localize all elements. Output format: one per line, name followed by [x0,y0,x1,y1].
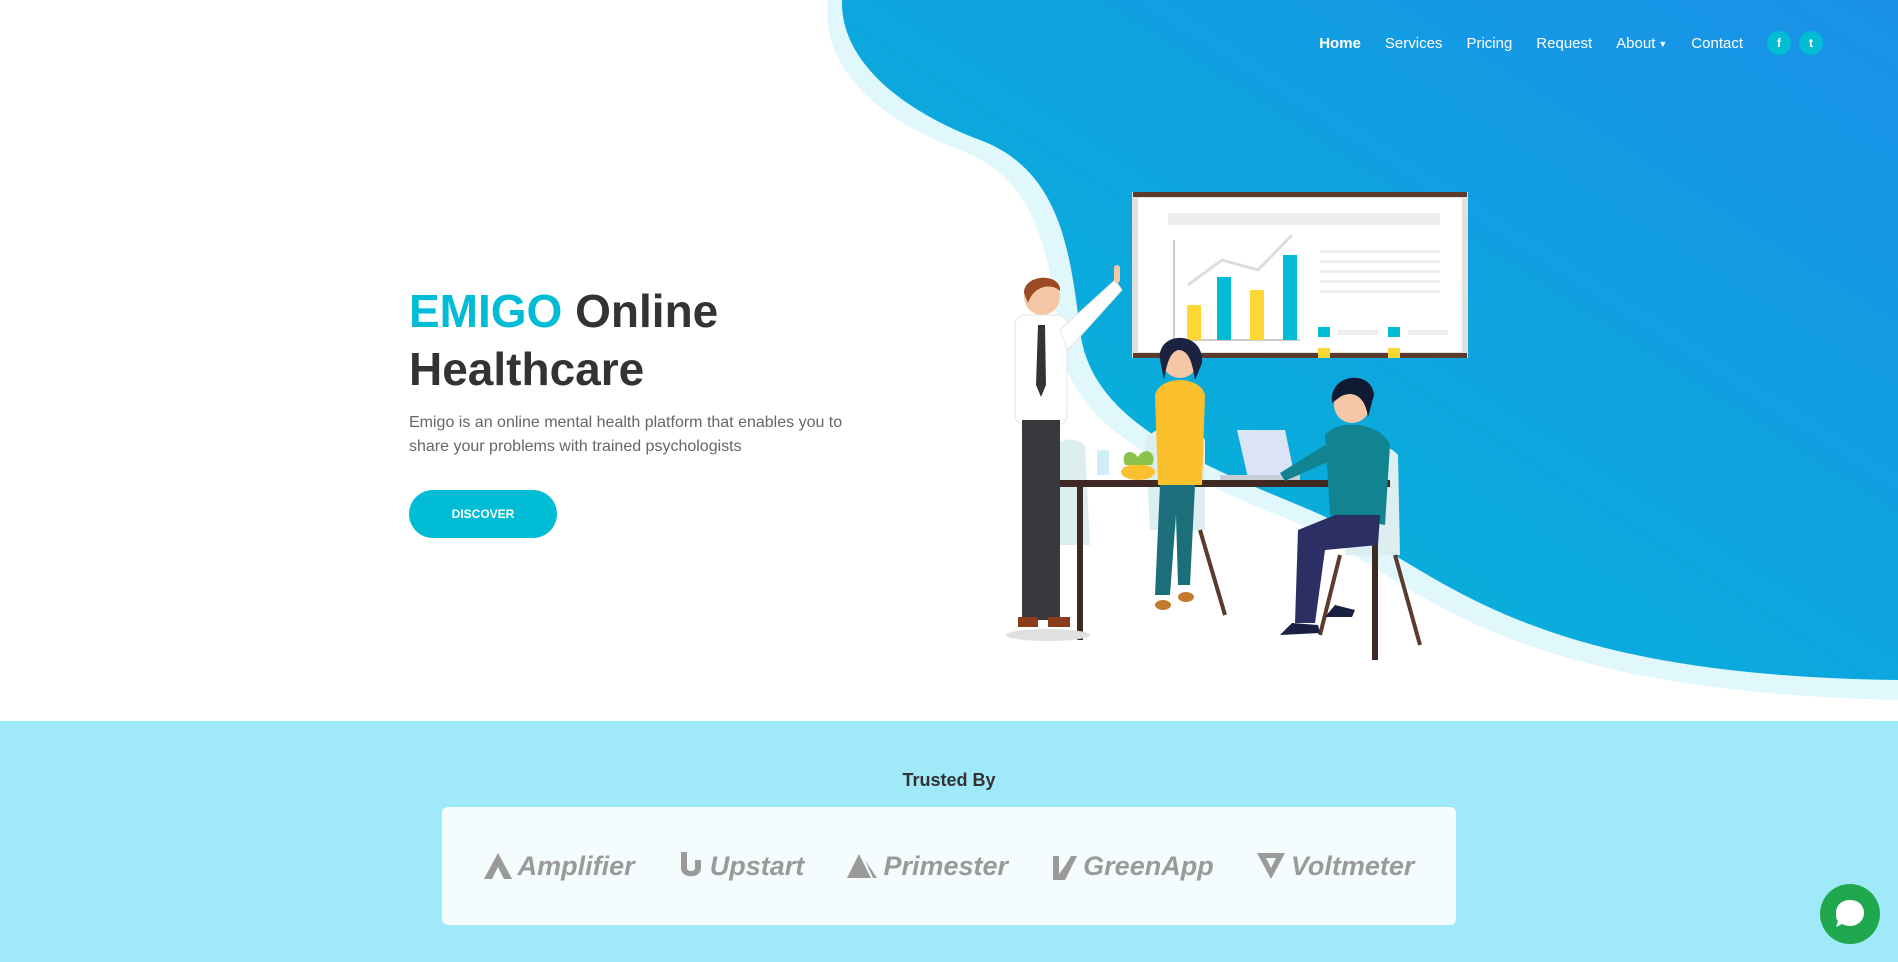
logo-upstart: Upstart [678,850,805,882]
hero-section: Home Services Pricing Request About ▼ Con… [0,0,1898,721]
voltmeter-logo-icon [1256,853,1285,879]
hero-title-brand: EMIGO [409,285,563,337]
logo-primester: Primester [847,851,1008,882]
trusted-by-section: Trusted By Amplifier Upstart Primester G… [0,721,1898,962]
logo-greenapp: GreenApp [1051,851,1214,882]
upstart-logo-icon [680,852,701,877]
discover-button[interactable]: DISCOVER [409,490,557,538]
partner-logos-card: Amplifier Upstart Primester GreenApp Vol… [442,807,1456,925]
chat-bubble-icon [1836,900,1864,927]
logo-primester-name: Primester [883,850,1009,881]
meeting-illustration [1006,192,1468,660]
nav-request[interactable]: Request [1536,35,1592,52]
nav-about-label: About [1616,34,1656,52]
hero-subtitle: Emigo is an online mental health platfor… [409,414,843,455]
nav-contact[interactable]: Contact [1691,35,1743,52]
greenapp-logo-icon [1053,856,1078,880]
logo-upstart-name: Upstart [709,850,805,881]
hero-title: EMIGO Online Healthcare [409,282,829,398]
logo-voltmeter: Voltmeter [1256,850,1415,882]
facebook-icon[interactable]: f [1767,31,1791,55]
nav-pricing[interactable]: Pricing [1466,35,1512,52]
hero-background-blob [827,0,1898,700]
primester-logo-icon [847,854,878,878]
twitter-icon[interactable]: t [1799,31,1823,55]
logo-greenapp-name: GreenApp [1083,850,1214,881]
logo-amplifier-name: Amplifier [517,850,635,881]
main-nav: Home Services Pricing Request About ▼ Con… [1295,30,1823,56]
nav-about[interactable]: About ▼ [1616,35,1667,52]
amplifier-logo-icon [483,853,512,879]
chat-button[interactable] [1820,884,1880,944]
nav-home[interactable]: Home [1319,35,1361,52]
logo-amplifier: Amplifier [483,850,635,882]
trusted-by-title: Trusted By [902,770,996,790]
chevron-down-icon: ▼ [1658,38,1668,49]
nav-services[interactable]: Services [1385,35,1443,52]
logo-voltmeter-name: Voltmeter [1290,850,1415,881]
